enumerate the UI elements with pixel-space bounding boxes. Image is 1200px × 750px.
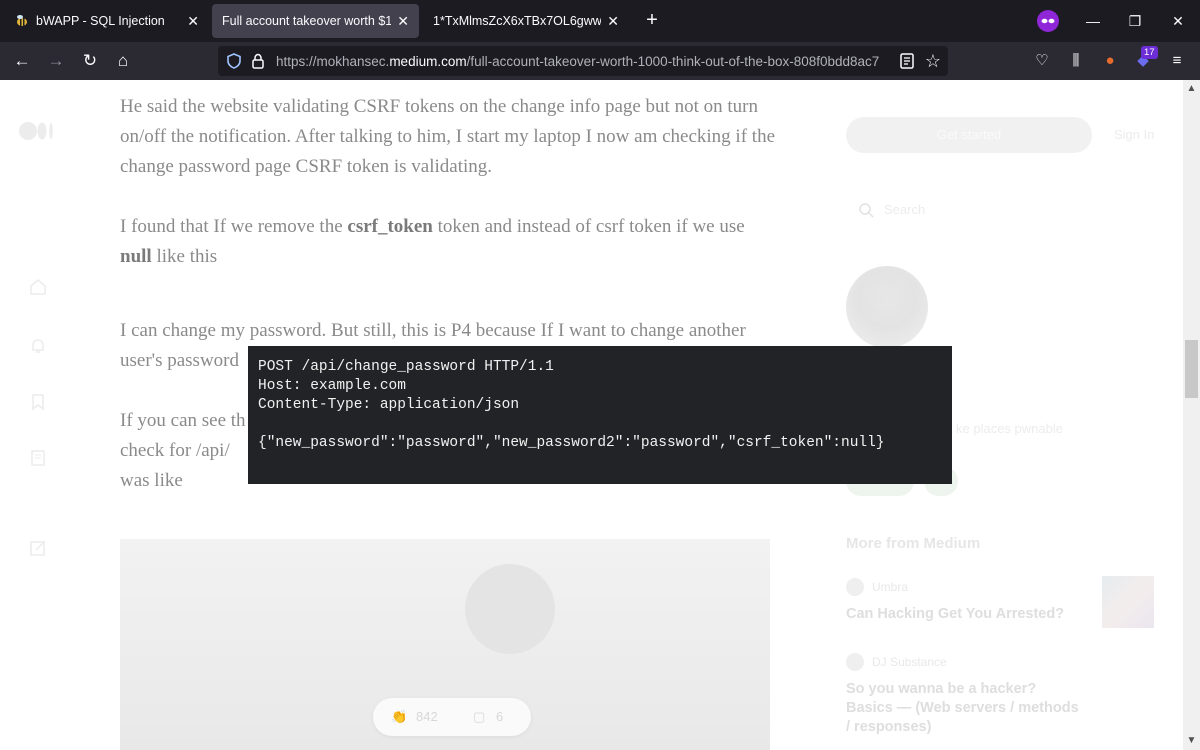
reload-icon[interactable]: ↻: [78, 49, 102, 73]
close-icon[interactable]: ✕: [607, 13, 619, 30]
code-image-overlay[interactable]: POST /api/change_password HTTP/1.1 Host:…: [248, 346, 952, 484]
response-count: 6: [496, 709, 504, 724]
extension-icon[interactable]: ●: [1100, 51, 1120, 71]
story-author-avatar: [846, 653, 864, 671]
author-bio: ke places pwnable: [956, 421, 1063, 436]
scrollbar-thumb[interactable]: [1185, 340, 1198, 398]
search-icon[interactable]: [858, 202, 874, 218]
code-line: {"new_password":"password","new_password…: [258, 435, 885, 451]
sign-in-link[interactable]: Sign In: [1114, 127, 1154, 142]
story-author-avatar: [846, 578, 864, 596]
minimize-button[interactable]: —: [1080, 8, 1106, 34]
home-nav-icon[interactable]: [28, 277, 48, 297]
navigation-toolbar: ← → ↻ ⌂ https://mokhansec.medium.com/ful…: [0, 42, 1200, 80]
image-subject: [465, 564, 555, 654]
new-tab-button[interactable]: +: [640, 8, 664, 32]
response-icon[interactable]: ▢: [473, 709, 485, 725]
url-path: /full-account-takeover-worth-1000-think-…: [466, 54, 880, 69]
tab-bwapp[interactable]: bWAPP - SQL Injection ✕: [4, 4, 209, 38]
story-title[interactable]: Can Hacking Get You Arrested?: [846, 605, 1086, 624]
article-paragraph: I found that If we remove the csrf_token…: [120, 212, 780, 272]
story-author[interactable]: Umbra: [872, 580, 908, 594]
lock-icon[interactable]: [251, 53, 265, 69]
bookmark-star-icon[interactable]: ☆: [922, 50, 944, 72]
url-text[interactable]: https://mokhansec.medium.com/full-accoun…: [276, 54, 879, 69]
search-input[interactable]: Search: [884, 202, 925, 217]
tab-title: Full account takeover worth $1000 Think …: [222, 14, 392, 28]
home-icon[interactable]: ⌂: [111, 49, 135, 73]
forward-icon[interactable]: →: [44, 49, 68, 73]
pocket-icon[interactable]: ♡: [1032, 51, 1052, 71]
text-fragment: token and instead of csrf token if we us…: [432, 216, 745, 237]
url-prefix: https://mokhansec.: [276, 54, 390, 69]
close-icon[interactable]: ✕: [397, 13, 409, 30]
article-paragraph: If you can see th check for /api/ was li…: [120, 410, 246, 491]
get-started-button[interactable]: Get started: [846, 117, 1092, 153]
menu-icon[interactable]: ≡: [1167, 51, 1187, 71]
article-paragraph: He said the website validating CSRF toke…: [120, 96, 775, 177]
notifications-icon[interactable]: [28, 336, 48, 356]
tab-article[interactable]: Full account takeover worth $1000 Think …: [212, 4, 419, 38]
bee-icon: [17, 15, 27, 26]
author-avatar[interactable]: [846, 266, 928, 348]
more-from-heading: More from Medium: [846, 535, 981, 552]
stories-icon[interactable]: [28, 448, 48, 468]
restore-button[interactable]: ❐: [1122, 8, 1148, 34]
code-line: POST /api/change_password HTTP/1.1: [258, 359, 554, 375]
private-browsing-icon: [1037, 10, 1059, 32]
story-title[interactable]: So you wanna be a hacker? Basics — (Web …: [846, 680, 1086, 737]
story-author[interactable]: DJ Substance: [872, 655, 947, 669]
reader-view-icon[interactable]: [898, 52, 916, 70]
page-scrollbar[interactable]: ▲ ▼: [1183, 80, 1200, 750]
code-line: Content-Type: application/json: [258, 397, 520, 413]
url-host: medium.com: [389, 54, 467, 69]
clap-count: 842: [416, 709, 438, 724]
scroll-up-icon[interactable]: ▲: [1183, 82, 1200, 96]
tab-image[interactable]: 1*TxMlmsZcX6xTBx7OL6gwwA.png (PNG Image)…: [423, 4, 629, 38]
bookmarks-icon[interactable]: [28, 392, 48, 412]
library-icon[interactable]: ⫼: [1066, 51, 1086, 71]
address-bar[interactable]: https://mokhansec.medium.com/full-accoun…: [218, 46, 948, 76]
tab-title: 1*TxMlmsZcX6xTBx7OL6gwwA.png (PNG Image): [433, 14, 602, 28]
tab-title: bWAPP - SQL Injection: [36, 14, 165, 28]
clap-icon[interactable]: 👏: [391, 709, 407, 725]
close-icon[interactable]: ✕: [187, 13, 199, 30]
tab-bar: bWAPP - SQL Injection ✕ Full account tak…: [0, 0, 1200, 42]
clap-bar: 👏 842 ▢ 6: [373, 698, 531, 736]
window-close-button[interactable]: ✕: [1165, 8, 1191, 34]
back-icon[interactable]: ←: [10, 49, 34, 73]
medium-logo-icon[interactable]: [18, 120, 58, 142]
code-term: null: [120, 246, 152, 267]
scroll-down-icon[interactable]: ▼: [1183, 734, 1200, 748]
code-term: csrf_token: [347, 216, 433, 237]
story-thumbnail[interactable]: [1102, 576, 1154, 628]
text-fragment: like this: [151, 246, 218, 267]
write-icon[interactable]: [28, 538, 48, 558]
code-line: Host: example.com: [258, 378, 406, 394]
extension-badge: 17: [1141, 46, 1158, 59]
shield-icon[interactable]: [227, 53, 241, 69]
text-fragment: I found that If we remove the: [120, 216, 348, 237]
